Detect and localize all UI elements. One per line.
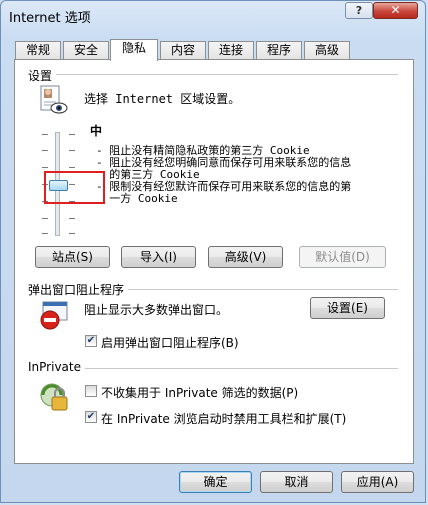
policy-bullet-1: - 阻止没有精简隐私政策的第三方 Cookie (96, 144, 310, 157)
inprivate-group-label: InPrivate (28, 360, 85, 374)
popup-blocker-text: 阻止显示大多数弹出窗口。 (84, 303, 229, 317)
popup-group-label: 弹出窗口阻止程序 (28, 281, 129, 298)
inprivate-group-divider (30, 368, 398, 369)
settings-prompt: 选择 Internet 区域设置。 (84, 92, 241, 106)
popup-blocker-icon (40, 301, 68, 330)
inprivate-filtering-label[interactable]: 不收集用于 InPrivate 筛选的数据(P) (101, 384, 298, 401)
default-button[interactable]: 默认值(D) (299, 246, 386, 268)
slider-tick (42, 167, 48, 168)
disable-toolbars-checkbox[interactable]: ✔ (85, 411, 97, 423)
slider-tick (42, 134, 48, 135)
enable-popup-blocker-checkbox[interactable]: ✔ (85, 335, 97, 347)
window-title: Internet 选项 (9, 11, 91, 26)
slider-tick (42, 233, 48, 234)
enable-popup-blocker-label[interactable]: 启用弹出窗口阻止程序(B) (101, 334, 239, 351)
slider-tick (42, 150, 48, 151)
tab-connections[interactable]: 连接 (208, 41, 254, 60)
tab-advanced[interactable]: 高级 (304, 41, 350, 60)
close-button[interactable]: ✕ (373, 2, 418, 19)
disable-toolbars-label[interactable]: 在 InPrivate 浏览启动时禁用工具栏和扩展(T) (101, 410, 346, 427)
slider-tick (42, 218, 48, 219)
apply-button[interactable]: 应用(A) (341, 471, 414, 493)
policy-bullet-2: - 阻止没有经您明确同意而保存可用来联系您的信息 (96, 156, 352, 169)
import-button[interactable]: 导入(I) (121, 246, 196, 268)
slider-tick (69, 218, 75, 219)
policy-bullet-3-cont: 一方 Cookie (96, 192, 178, 205)
cancel-button[interactable]: 取消 (260, 471, 333, 493)
slider-tick (69, 150, 75, 151)
settings-group-label: 设置 (28, 67, 57, 84)
popup-settings-button[interactable]: 设置(E) (310, 297, 385, 319)
tab-content[interactable]: 内容 (160, 41, 206, 60)
ok-button[interactable]: 确定 (179, 471, 252, 493)
settings-group-divider (30, 74, 398, 75)
sites-button[interactable]: 站点(S) (35, 246, 110, 268)
slider-tick (69, 167, 75, 168)
slider-tick (69, 134, 75, 135)
tab-programs[interactable]: 程序 (256, 41, 302, 60)
tab-privacy[interactable]: 隐私 (110, 39, 158, 61)
slider-tick (69, 233, 75, 234)
advanced-button[interactable]: 高级(V) (208, 246, 283, 268)
title-bar[interactable]: Internet 选项 ? ✕ (1, 1, 425, 29)
tab-security[interactable]: 安全 (63, 41, 109, 60)
help-button[interactable]: ? (345, 2, 373, 19)
inprivate-filtering-checkbox[interactable] (85, 385, 97, 397)
inprivate-icon (40, 383, 68, 411)
policy-bullet-2-cont: 的第三方 Cookie (96, 168, 200, 181)
tab-general[interactable]: 常规 (15, 41, 61, 60)
privacy-level-title: 中 (90, 124, 103, 138)
privacy-document-eye-icon (40, 85, 68, 114)
policy-bullet-3: - 限制没有经您默许而保存可用来联系您的信息的第 (96, 180, 352, 193)
